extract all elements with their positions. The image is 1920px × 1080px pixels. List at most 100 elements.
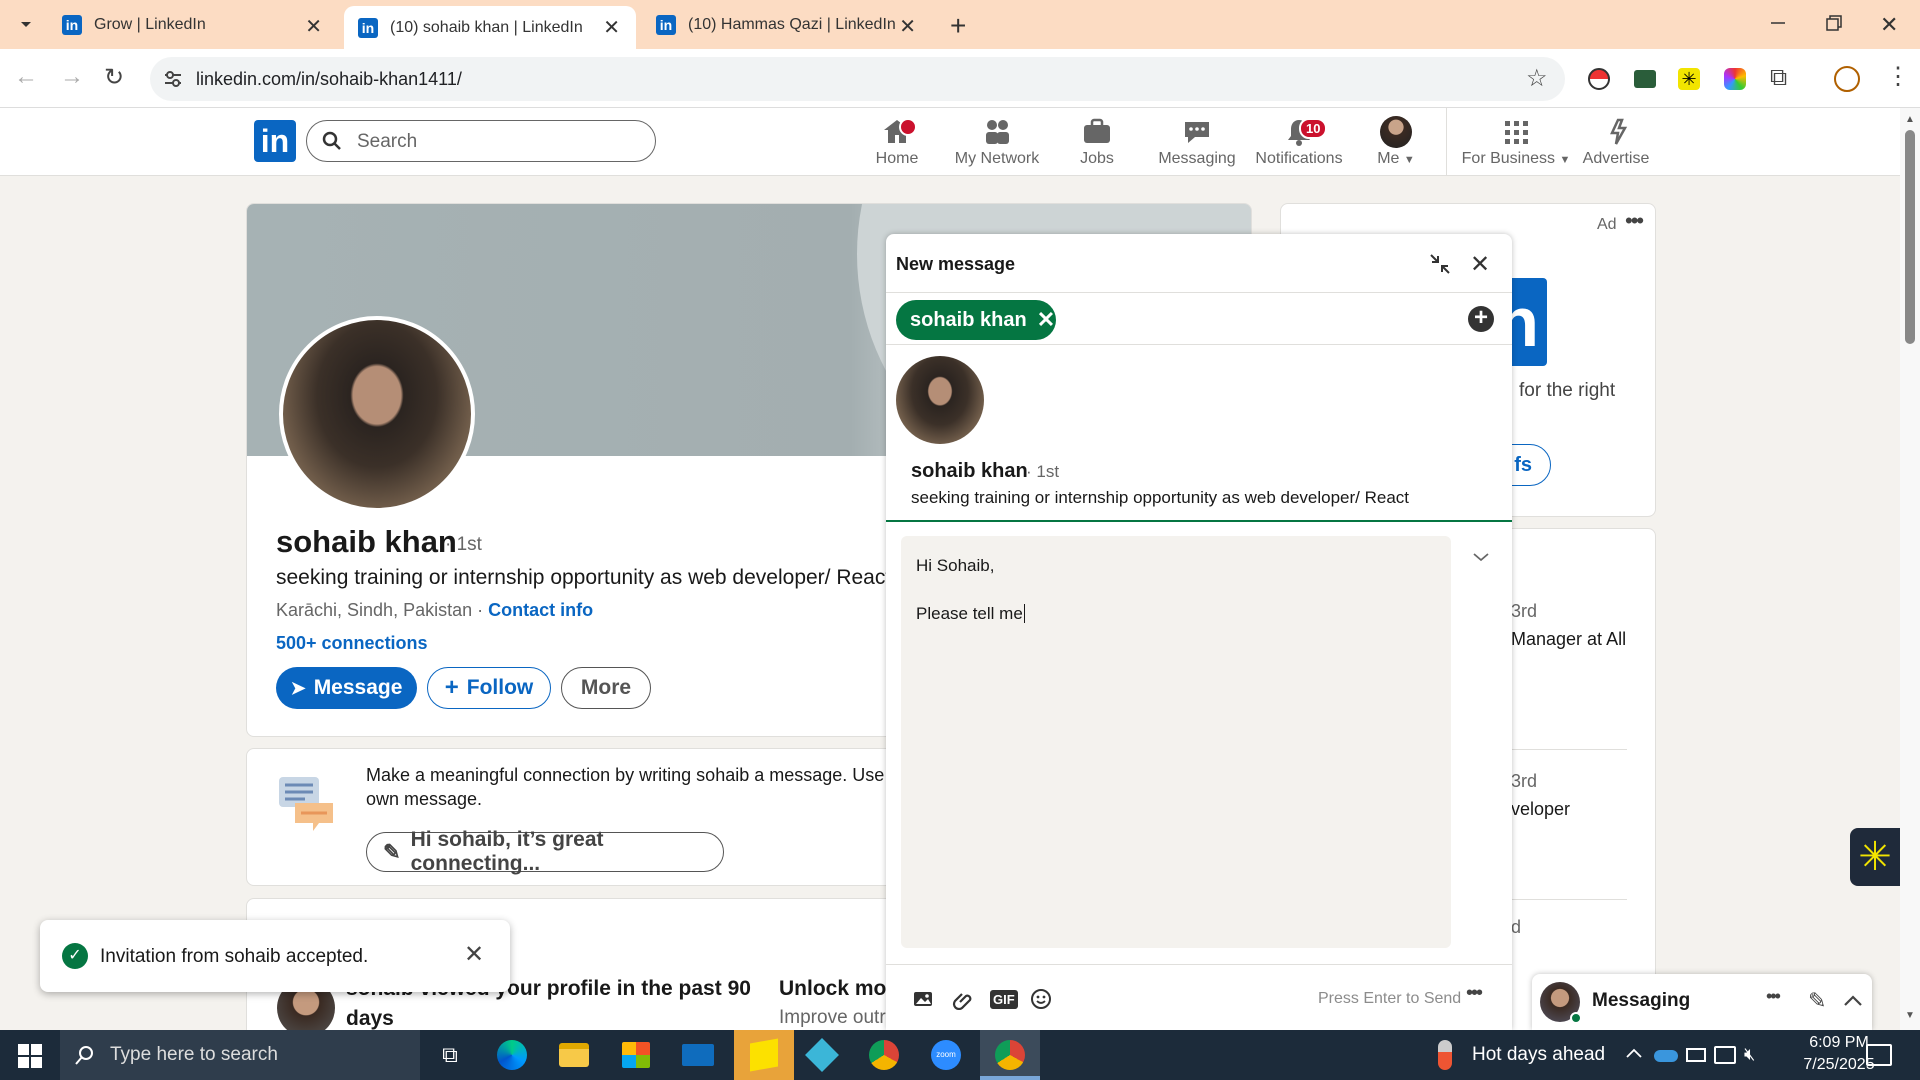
contact-info-link[interactable]: Contact info <box>488 600 593 620</box>
browser-menu-icon[interactable]: ⋮ <box>1886 62 1910 91</box>
floating-extension-icon[interactable]: ✳ <box>1850 828 1900 886</box>
nav-label: My Network <box>954 150 1040 167</box>
nav-me[interactable]: Me ▼ <box>1346 116 1446 168</box>
file-explorer-icon[interactable] <box>554 1036 594 1074</box>
network-icon[interactable] <box>1714 1046 1736 1064</box>
sticky-notes-icon[interactable] <box>734 1030 794 1080</box>
gif-icon[interactable]: GIF <box>990 990 1018 1009</box>
volume-muted-icon[interactable]: 🔇︎ <box>1744 1044 1755 1065</box>
edge-icon[interactable] <box>492 1036 532 1074</box>
new-tab-icon[interactable]: + <box>950 10 966 42</box>
scroll-up-icon[interactable]: ▲ <box>1905 114 1915 125</box>
nav-advertise[interactable]: Advertise <box>1566 116 1666 168</box>
recipient-name[interactable]: sohaib khan <box>911 460 1028 483</box>
zoom-icon[interactable]: zoom <box>926 1036 966 1074</box>
expand-compose-chevron-icon[interactable] <box>1470 546 1492 568</box>
close-dialog-icon[interactable]: ✕ <box>1470 250 1490 279</box>
add-recipient-icon[interactable]: + <box>1468 306 1494 332</box>
global-search[interactable]: Search <box>306 120 656 162</box>
chrome-profile-icon[interactable] <box>864 1036 904 1074</box>
forward-icon[interactable]: → <box>60 63 84 91</box>
extension-star-icon[interactable]: ✳ <box>1678 68 1700 90</box>
back-icon[interactable]: ← <box>14 63 38 91</box>
toast-notification: ✓ Invitation from sohaib accepted. ✕ <box>40 920 510 992</box>
notification-center-icon[interactable] <box>1866 1044 1892 1066</box>
collapse-dialog-icon[interactable] <box>1428 252 1452 276</box>
emoji-icon[interactable] <box>1030 988 1052 1010</box>
nav-messaging[interactable]: Messaging <box>1147 116 1247 168</box>
recipient-chip[interactable]: sohaib khan ✕ <box>896 300 1056 340</box>
taskbar-search[interactable]: Type here to search <box>60 1030 420 1080</box>
restore-window-icon[interactable] <box>1824 14 1844 34</box>
app-diamond-icon[interactable] <box>802 1036 842 1074</box>
microsoft-store-icon[interactable] <box>616 1036 656 1074</box>
send-options-icon[interactable]: ••• <box>1466 982 1483 1005</box>
remove-recipient-icon[interactable]: ✕ <box>1037 307 1055 333</box>
mail-icon[interactable] <box>678 1036 718 1074</box>
profile-photo[interactable] <box>279 316 475 512</box>
recipient-degree: · 1st <box>1026 462 1060 481</box>
nav-my-network[interactable]: My Network <box>947 116 1047 168</box>
nav-jobs[interactable]: Jobs <box>1047 116 1147 168</box>
battery-icon[interactable] <box>1686 1048 1706 1062</box>
recipient-avatar[interactable] <box>896 356 984 444</box>
chevron-up-icon[interactable] <box>1842 990 1864 1012</box>
messaging-overlay-bar[interactable]: Messaging ••• ✎ <box>1532 974 1872 1030</box>
linkedin-logo[interactable]: in <box>254 120 296 162</box>
message-button[interactable]: ➤ Message <box>276 667 417 709</box>
reload-icon[interactable]: ↻ <box>104 63 124 92</box>
bookmark-star-icon[interactable]: ☆ <box>1526 64 1548 93</box>
nav-label: Me <box>1377 150 1400 167</box>
suggested-message-button[interactable]: ✎ Hi sohaib, it’s great connecting... <box>366 828 724 875</box>
follow-button[interactable]: + Follow <box>427 667 551 709</box>
close-tab-icon[interactable]: ✕ <box>603 15 620 40</box>
tray-chevron-icon[interactable] <box>1624 1044 1644 1064</box>
tab-hammas-qazi[interactable]: in (10) Hammas Qazi | LinkedIn ✕ <box>642 0 932 49</box>
scrollbar-thumb[interactable] <box>1905 130 1915 344</box>
toast-close-icon[interactable]: ✕ <box>464 940 484 969</box>
close-window-icon[interactable]: ✕ <box>1880 12 1898 38</box>
nav-label: Messaging <box>1158 150 1236 167</box>
ad-options-icon[interactable]: ••• <box>1625 208 1644 234</box>
url-text[interactable]: linkedin.com/in/sohaib-khan1411/ <box>196 69 462 90</box>
send-arrow-icon: ➤ <box>290 677 306 698</box>
close-tab-icon[interactable]: ✕ <box>305 14 322 39</box>
attach-file-icon[interactable] <box>952 988 974 1010</box>
nav-notifications[interactable]: Notifications 10 <box>1247 116 1351 168</box>
chrome-icon[interactable] <box>980 1030 1040 1080</box>
extensions-puzzle-icon[interactable]: ⧉ <box>1770 64 1787 92</box>
extension-pokeball-icon[interactable] <box>1588 68 1610 90</box>
scroll-down-icon[interactable]: ▼ <box>1905 1010 1915 1021</box>
linkedin-global-nav: in Search Home My Network Jobs Messaging… <box>0 108 1900 176</box>
tab-sohaib-khan[interactable]: in (10) sohaib khan | LinkedIn ✕ <box>344 6 636 49</box>
minimize-window-icon[interactable] <box>1768 12 1788 32</box>
message-textarea[interactable]: Hi Sohaib, Please tell me <box>901 536 1451 948</box>
onedrive-icon[interactable] <box>1654 1050 1678 1062</box>
start-button-icon[interactable] <box>18 1044 42 1068</box>
profile-avatar-icon[interactable] <box>1834 66 1860 92</box>
attach-image-icon[interactable] <box>912 988 934 1010</box>
new-message-dialog: New message ✕ sohaib khan ✕ + sohaib kha… <box>886 234 1512 1030</box>
task-view-icon[interactable]: ⧉ <box>430 1036 470 1074</box>
pencil-icon: ✎ <box>383 840 401 864</box>
compose-icon[interactable]: ✎ <box>1808 988 1826 1014</box>
page-scrollbar[interactable]: ▲ ▼ <box>1900 108 1920 1030</box>
linkedin-favicon-icon: in <box>358 17 378 38</box>
extension-color-icon[interactable] <box>1724 68 1746 90</box>
chat-bubbles-icon <box>277 773 337 833</box>
more-button[interactable]: More <box>561 667 651 709</box>
extension-folder-icon[interactable] <box>1634 70 1656 88</box>
dialog-title: New message <box>896 254 1016 274</box>
tab-grow-linkedin[interactable]: in Grow | LinkedIn ✕ <box>48 0 338 49</box>
connections-link[interactable]: 500+ connections <box>276 633 428 654</box>
profile-viewed-line2[interactable]: days <box>346 1007 394 1031</box>
nav-home[interactable]: Home <box>847 116 947 168</box>
site-settings-icon[interactable] <box>162 68 184 90</box>
tab-list-chevron-icon[interactable] <box>14 12 38 36</box>
nav-for-business[interactable]: For Business ▼ <box>1456 116 1576 168</box>
briefcase-icon <box>1081 116 1113 148</box>
weather-text[interactable]: Hot days ahead <box>1472 1044 1605 1066</box>
close-tab-icon[interactable]: ✕ <box>899 14 916 39</box>
message-line2: Please tell me <box>916 604 1025 624</box>
messaging-options-icon[interactable]: ••• <box>1766 986 1781 1007</box>
